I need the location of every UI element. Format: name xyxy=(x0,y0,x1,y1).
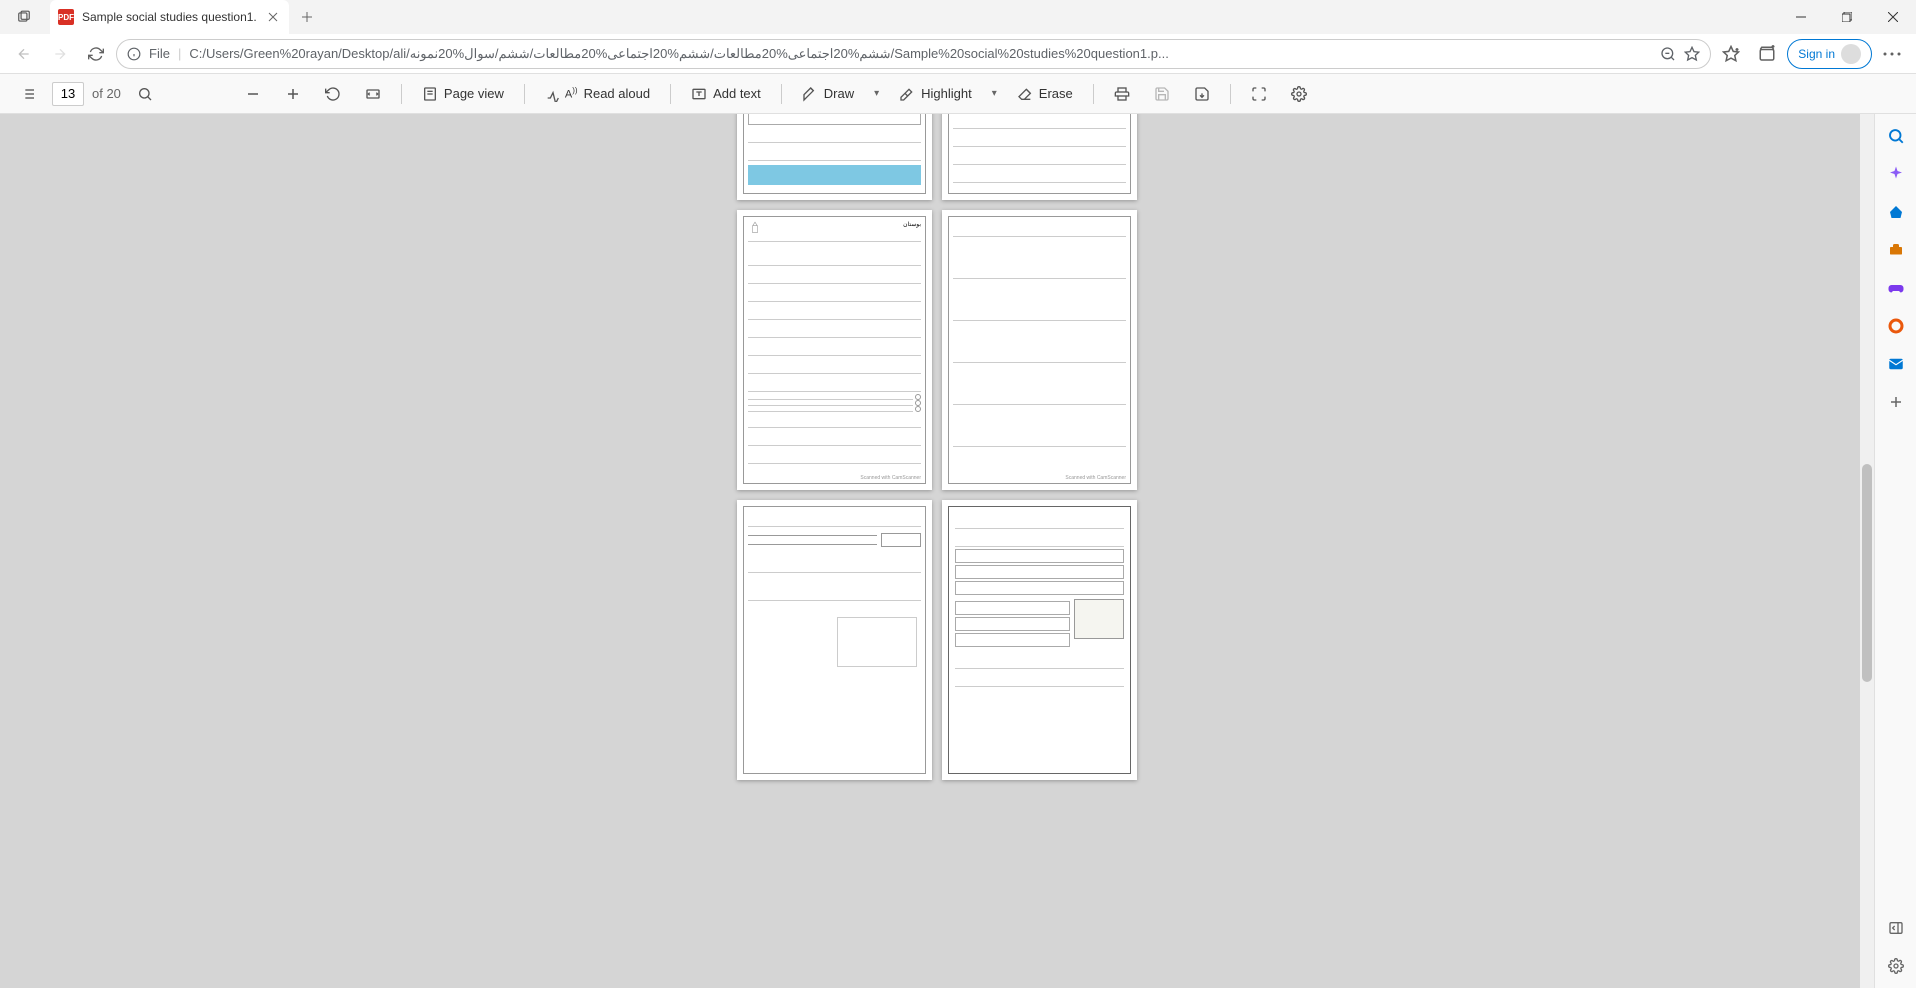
doc-header: بوستان xyxy=(903,221,921,235)
window-controls xyxy=(1778,0,1916,34)
read-mode-icon[interactable] xyxy=(1684,46,1700,62)
fullscreen-button[interactable] xyxy=(1243,78,1275,110)
games-sidebar-icon[interactable] xyxy=(1882,274,1910,302)
maximize-button[interactable] xyxy=(1824,0,1870,34)
collections-button[interactable] xyxy=(1751,38,1783,70)
signin-button[interactable]: Sign in xyxy=(1787,39,1872,69)
tab-actions-button[interactable] xyxy=(0,0,48,34)
browser-tab[interactable]: PDF Sample social studies question1. xyxy=(50,0,289,34)
refresh-button[interactable] xyxy=(80,38,112,70)
pdf-icon: PDF xyxy=(58,9,74,25)
draw-label: Draw xyxy=(824,86,854,101)
pdf-settings-button[interactable] xyxy=(1283,78,1315,110)
scrollbar-thumb[interactable] xyxy=(1862,464,1872,683)
tools-sidebar-icon[interactable] xyxy=(1882,236,1910,264)
add-sidebar-icon[interactable] xyxy=(1882,388,1910,416)
shopping-sidebar-icon[interactable] xyxy=(1882,198,1910,226)
draw-button[interactable]: Draw xyxy=(794,78,862,110)
tab-title: Sample social studies question1. xyxy=(82,10,257,24)
more-button[interactable] xyxy=(1876,38,1908,70)
url-text: C:/Users/Green%20rayan/Desktop/ali/ششم%2… xyxy=(189,46,1652,62)
new-tab-button[interactable] xyxy=(293,3,321,31)
info-icon[interactable] xyxy=(127,47,141,61)
outlook-sidebar-icon[interactable] xyxy=(1882,350,1910,378)
pdf-page-thumbnail[interactable]: Scanned with CamScanner xyxy=(942,210,1137,490)
rotate-button[interactable] xyxy=(317,78,349,110)
highlight-button[interactable]: Highlight xyxy=(891,78,980,110)
page-total: of 20 xyxy=(92,86,121,101)
save-as-button[interactable] xyxy=(1186,78,1218,110)
zoom-icon[interactable] xyxy=(1660,46,1676,62)
pdf-viewport[interactable]: بوستان Scann xyxy=(0,114,1874,988)
collapse-sidebar-icon[interactable] xyxy=(1882,914,1910,942)
add-text-label: Add text xyxy=(713,86,761,101)
read-aloud-label: Read aloud xyxy=(584,86,651,101)
search-sidebar-icon[interactable] xyxy=(1882,122,1910,150)
pdf-page-thumbnail[interactable] xyxy=(737,500,932,780)
minimize-button[interactable] xyxy=(1778,0,1824,34)
content-area: بوستان Scann xyxy=(0,114,1916,988)
contents-button[interactable] xyxy=(12,78,44,110)
close-tab-button[interactable] xyxy=(265,9,281,25)
avatar-icon xyxy=(1841,44,1861,64)
close-window-button[interactable] xyxy=(1870,0,1916,34)
pdf-page-thumbnail[interactable]: بوستان Scann xyxy=(737,210,932,490)
signin-label: Sign in xyxy=(1798,47,1835,61)
draw-chevron-icon[interactable]: ▾ xyxy=(870,88,883,99)
zoom-in-button[interactable] xyxy=(277,78,309,110)
vertical-scrollbar[interactable] xyxy=(1860,114,1874,988)
favorites-button[interactable] xyxy=(1715,38,1747,70)
read-aloud-button[interactable]: A)) Read aloud xyxy=(537,78,658,110)
pdf-page-thumbnail[interactable] xyxy=(737,114,932,200)
print-button[interactable] xyxy=(1106,78,1138,110)
fit-button[interactable] xyxy=(357,78,389,110)
scanned-footer: Scanned with CamScanner xyxy=(860,475,921,481)
url-separator: | xyxy=(178,46,181,61)
save-button[interactable] xyxy=(1146,78,1178,110)
erase-button[interactable]: Erase xyxy=(1009,78,1081,110)
browser-sidebar xyxy=(1874,114,1916,988)
page-view-button[interactable]: Page view xyxy=(414,78,512,110)
forward-button xyxy=(44,38,76,70)
pdf-page-thumbnail[interactable] xyxy=(942,114,1137,200)
add-text-button[interactable]: Add text xyxy=(683,78,769,110)
sidebar-settings-icon[interactable] xyxy=(1882,952,1910,980)
url-file-label: File xyxy=(149,46,170,61)
scanned-footer: Scanned with CamScanner xyxy=(1065,475,1126,481)
address-bar: File | C:/Users/Green%20rayan/Desktop/al… xyxy=(0,34,1916,74)
page-number-input[interactable] xyxy=(52,82,84,106)
page-view-label: Page view xyxy=(444,86,504,101)
highlight-label: Highlight xyxy=(921,86,972,101)
url-box[interactable]: File | C:/Users/Green%20rayan/Desktop/al… xyxy=(116,39,1711,69)
erase-label: Erase xyxy=(1039,86,1073,101)
pdf-page-thumbnail[interactable] xyxy=(942,500,1137,780)
title-bar: PDF Sample social studies question1. xyxy=(0,0,1916,34)
zoom-out-button[interactable] xyxy=(237,78,269,110)
back-button[interactable] xyxy=(8,38,40,70)
copilot-sidebar-icon[interactable] xyxy=(1882,160,1910,188)
pdf-toolbar: of 20 Page view A)) Read aloud Add text … xyxy=(0,74,1916,114)
find-button[interactable] xyxy=(129,78,161,110)
office-sidebar-icon[interactable] xyxy=(1882,312,1910,340)
highlight-chevron-icon[interactable]: ▾ xyxy=(988,88,1001,99)
